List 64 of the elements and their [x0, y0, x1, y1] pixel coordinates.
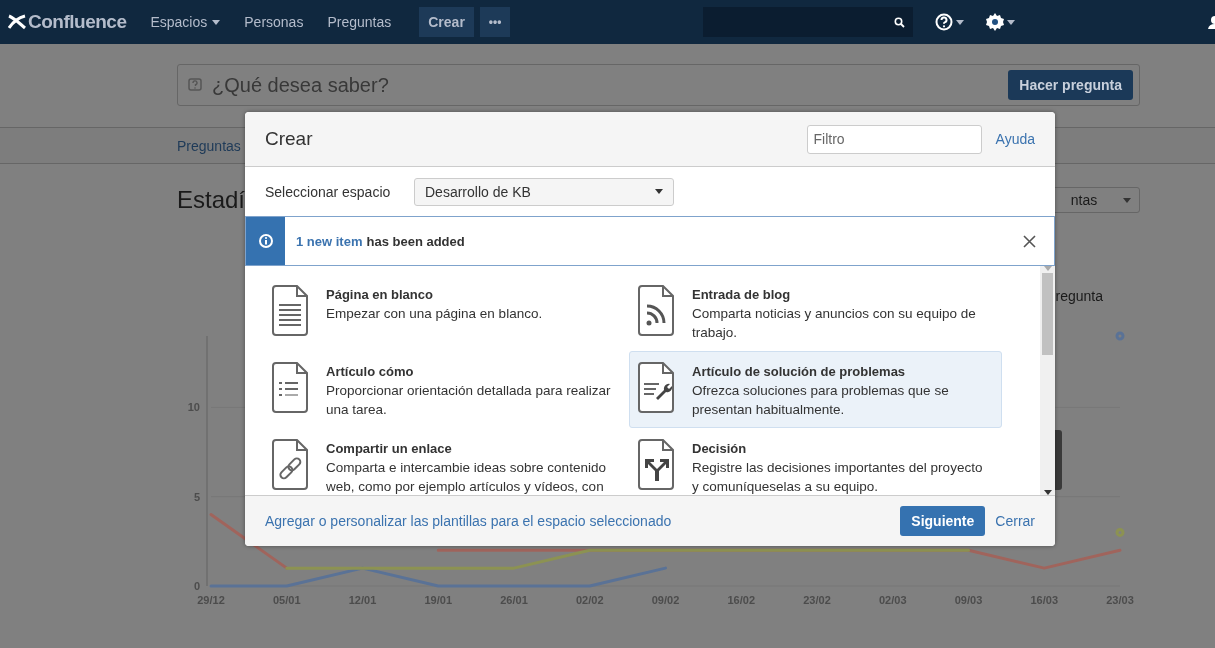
caret-icon: [955, 19, 964, 25]
statistics-heading: Estadí: [177, 186, 246, 214]
template-option[interactable]: Entrada de blog Comparta noticias y anuncios con su equipo de trabajo.: [629, 274, 1002, 351]
template-description: Comparta noticias y anuncios con su equipo de trabajo.: [692, 305, 977, 342]
info-icon: [258, 234, 273, 248]
close-icon: [1023, 234, 1036, 248]
caret-icon: [655, 189, 663, 194]
template-option[interactable]: Página en blanco Empezar con una página en blanco.: [263, 274, 629, 351]
ask-question-button[interactable]: Hacer pregunta: [1008, 70, 1133, 100]
dropdown-value: ntas: [1070, 192, 1098, 208]
help-link[interactable]: Ayuda: [995, 131, 1035, 147]
template-description: Registre las decisiones importantes del proyecto y comuníqueselas a su equipo.: [692, 459, 984, 495]
caret-icon: [1123, 197, 1131, 203]
document-icon: [637, 362, 675, 414]
caret-icon: [1043, 266, 1052, 271]
logo-icon: [8, 14, 26, 30]
template-option[interactable]: Artículo cómo Proporcionar orientación detallada para realizar una tarea.: [263, 351, 629, 428]
more-button[interactable]: •••: [479, 7, 511, 37]
help-menu[interactable]: [934, 13, 964, 31]
search-icon: [893, 16, 905, 28]
create-button[interactable]: Crear: [419, 7, 474, 37]
template-description: Proporcionar orientación detallada para realizar una tarea.: [326, 382, 612, 419]
customize-templates-link[interactable]: Agregar o personalizar las plantillas para el espacio seleccionado: [265, 513, 672, 529]
document-icon: [271, 362, 309, 414]
filter-field[interactable]: Filtro: [806, 124, 982, 154]
template-title: Artículo de solución de problemas: [692, 363, 907, 381]
template-option[interactable]: Decisión Registre las decisiones importantes del proyecto y comuníqueselas a su equipo.: [629, 428, 1002, 495]
scrollbar[interactable]: [1040, 266, 1055, 495]
template-title: Entrada de blog: [692, 286, 792, 304]
document-icon: [271, 439, 309, 491]
template-title: Artículo cómo: [326, 363, 415, 381]
nav-menu-item[interactable]: Espacios: [140, 14, 231, 30]
question-icon: [188, 78, 202, 92]
legend-label: regunta: [1055, 288, 1103, 304]
question-field[interactable]: ¿Qué desea saber? Hacer pregunta: [177, 64, 1140, 106]
logo-text: Confluence: [28, 11, 127, 33]
template-description: Empezar con una página en blanco.: [326, 305, 543, 323]
settings-icon: [985, 13, 1004, 31]
template-title: Decisión: [692, 440, 748, 458]
nav-menu-item[interactable]: Personas: [234, 14, 314, 30]
user-menu[interactable]: [1207, 15, 1215, 29]
next-button[interactable]: Siguiente: [900, 506, 986, 536]
user-icon: [1207, 15, 1215, 29]
caret-icon: [1006, 19, 1015, 25]
template-description: Ofrezca soluciones para problemas que se presentan habitualmente.: [692, 382, 950, 419]
settings-menu[interactable]: [985, 13, 1015, 31]
space-label: Seleccionar espacio: [265, 183, 392, 200]
close-link[interactable]: Cerrar: [995, 513, 1035, 529]
notice-text: has been added: [366, 233, 465, 249]
document-icon: [637, 439, 675, 491]
help-icon: [934, 13, 953, 31]
space-dropdown[interactable]: Desarrollo de KB: [414, 177, 674, 206]
document-icon: [637, 285, 675, 337]
template-title: Compartir un enlace: [326, 440, 453, 458]
document-icon: [271, 285, 309, 337]
template-option[interactable]: Compartir un enlace Comparta e intercambie ideas sobre contenido web, como por ejemplo artículos y vídeos, con: [263, 428, 629, 495]
template-description: Comparta e intercambie ideas sobre contenido web, como por ejemplo artículos y vídeos, con: [326, 459, 607, 495]
template-title: Página en blanco: [326, 286, 434, 304]
nav-menu-item[interactable]: Preguntas: [317, 14, 402, 30]
dialog-title: Crear: [265, 128, 314, 150]
template-option[interactable]: Artículo de solución de problemas Ofrezca soluciones para problemas que se presentan habitualmente.: [629, 351, 1002, 428]
new-item-link[interactable]: 1 new item: [296, 233, 363, 249]
app-logo[interactable]: Confluence: [8, 11, 127, 33]
search-field[interactable]: [702, 7, 913, 37]
